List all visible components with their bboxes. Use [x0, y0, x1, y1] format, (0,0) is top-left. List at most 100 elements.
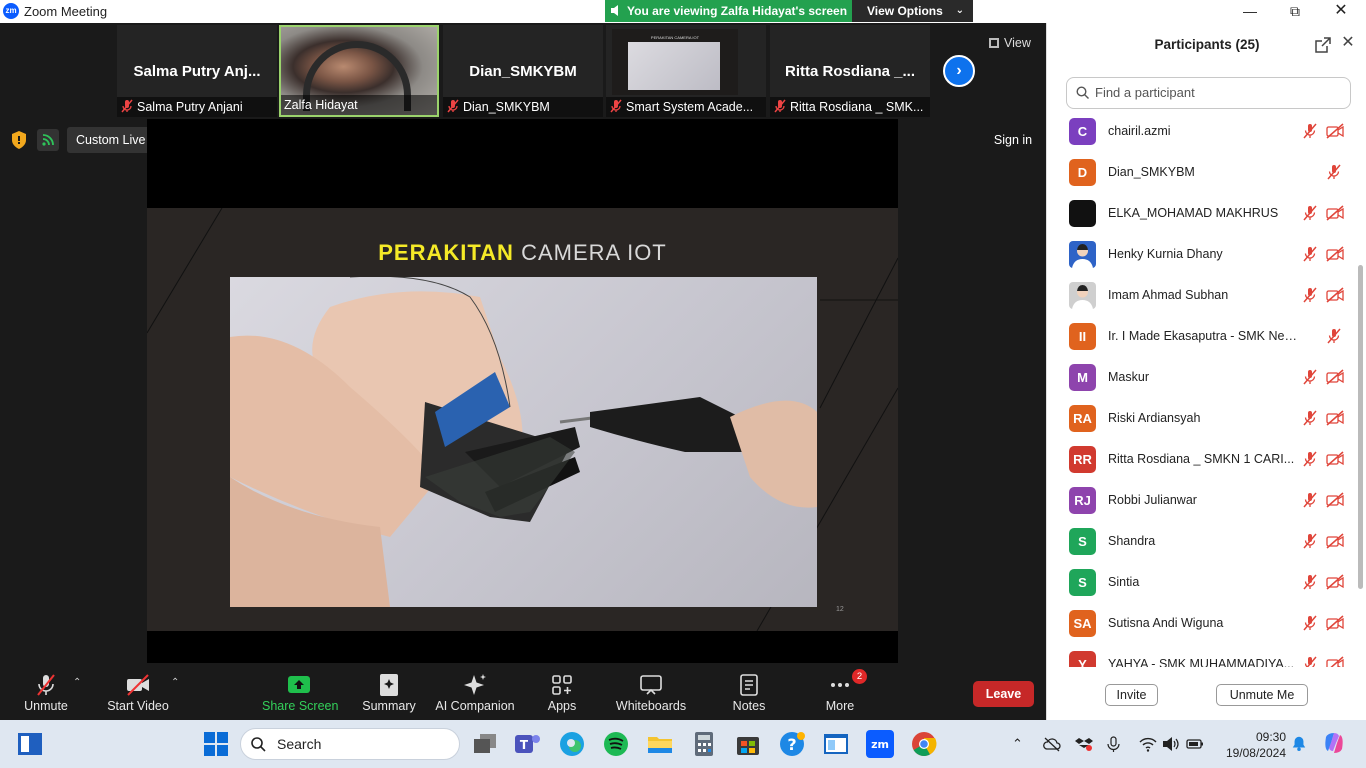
- start-video-button[interactable]: Start Video: [104, 663, 172, 720]
- scrollbar-thumb[interactable]: [1358, 265, 1363, 589]
- cloud-offline-icon[interactable]: [1043, 736, 1061, 752]
- camera-off-icon[interactable]: [1326, 205, 1344, 221]
- leave-button[interactable]: Leave: [973, 681, 1034, 707]
- mic-muted-icon[interactable]: [1326, 164, 1342, 180]
- taskbar-search[interactable]: Search: [240, 728, 460, 760]
- camera-off-icon[interactable]: [1326, 451, 1344, 467]
- spotify-icon[interactable]: [601, 729, 631, 759]
- camera-off-icon[interactable]: [1326, 656, 1344, 667]
- mic-muted-icon[interactable]: [1302, 615, 1318, 631]
- mic-muted-icon[interactable]: [1302, 369, 1318, 385]
- mic-muted-icon[interactable]: [1302, 410, 1318, 426]
- mic-muted-icon[interactable]: [1302, 287, 1318, 303]
- view-button[interactable]: View: [983, 32, 1039, 54]
- mic-muted-icon[interactable]: [1302, 656, 1318, 667]
- mic-muted-icon[interactable]: [1302, 246, 1318, 262]
- participant-list-scrollbar[interactable]: [1357, 119, 1364, 666]
- chrome-icon[interactable]: [909, 729, 939, 759]
- video-tile[interactable]: Ritta Rosdiana _... Ritta Rosdiana _ SMK…: [770, 25, 930, 117]
- ai-companion-button[interactable]: AI Companion: [434, 663, 516, 720]
- video-tile[interactable]: Dian_SMKYBM Dian_SMKYBM: [443, 25, 603, 117]
- help-icon[interactable]: ?: [777, 729, 807, 759]
- system-clock[interactable]: 09:30 19/08/2024: [1212, 729, 1286, 761]
- participant-row[interactable]: RJ Robbi Julianwar: [1047, 480, 1357, 521]
- teams-icon[interactable]: T: [512, 729, 542, 759]
- next-page-button[interactable]: ›: [943, 55, 975, 87]
- file-explorer-icon[interactable]: [645, 729, 675, 759]
- notes-button[interactable]: Notes: [725, 663, 773, 720]
- battery-icon[interactable]: [1186, 736, 1204, 752]
- participant-row[interactable]: RA Riski Ardiansyah: [1047, 398, 1357, 439]
- microphone-icon[interactable]: [1105, 736, 1123, 752]
- volume-icon[interactable]: [1162, 736, 1180, 752]
- participant-row[interactable]: Cchairil.azmi: [1047, 111, 1357, 152]
- sparkle-icon: [464, 674, 486, 695]
- close-panel-icon[interactable]: ✕: [1340, 35, 1356, 51]
- calculator-icon[interactable]: [689, 729, 719, 759]
- mic-muted-icon[interactable]: [1302, 574, 1318, 590]
- show-hidden-icons-icon[interactable]: ⌃: [1012, 736, 1030, 752]
- invite-button[interactable]: Invite: [1105, 684, 1158, 706]
- camera-off-icon[interactable]: [1326, 246, 1344, 262]
- svg-text:T: T: [520, 738, 529, 752]
- security-shield-icon[interactable]: [11, 131, 27, 149]
- camera-off-icon[interactable]: [1326, 287, 1344, 303]
- sign-in-button[interactable]: Sign in: [986, 129, 1040, 151]
- camera-off-icon[interactable]: [1326, 492, 1344, 508]
- participant-row[interactable]: Henky Kurnia Dhany: [1047, 234, 1357, 275]
- participant-search-input[interactable]: Find a participant: [1066, 77, 1351, 109]
- camera-off-icon[interactable]: [1326, 574, 1344, 590]
- audio-options-caret-icon[interactable]: ⌃: [73, 677, 81, 688]
- video-options-caret-icon[interactable]: ⌃: [171, 677, 179, 688]
- camera-off-icon[interactable]: [1326, 533, 1344, 549]
- participant-row[interactable]: Imam Ahmad Subhan: [1047, 275, 1357, 316]
- close-window-button[interactable]: ✕: [1318, 0, 1364, 23]
- video-tile[interactable]: Salma Putry Anj... Salma Putry Anjani: [117, 25, 277, 117]
- notification-bell-icon[interactable]: [1290, 735, 1308, 751]
- camera-off-icon[interactable]: [1326, 615, 1344, 631]
- copilot-icon[interactable]: [1322, 731, 1346, 755]
- camera-off-icon[interactable]: [1326, 410, 1344, 426]
- mic-muted-icon[interactable]: [1302, 123, 1318, 139]
- video-tile-active-speaker[interactable]: Zalfa Hidayat: [279, 25, 439, 117]
- summary-button[interactable]: Summary: [358, 663, 420, 720]
- unmute-me-button[interactable]: Unmute Me: [1216, 684, 1308, 706]
- pop-out-icon[interactable]: [1315, 37, 1331, 53]
- participant-row[interactable]: Y YAHYA - SMK MUHAMMADIYA...: [1047, 644, 1357, 667]
- window-app-icon[interactable]: [821, 729, 851, 759]
- participant-row[interactable]: M Maskur: [1047, 357, 1357, 398]
- mic-muted-icon[interactable]: [1302, 492, 1318, 508]
- apps-button[interactable]: Apps: [540, 663, 584, 720]
- camera-off-icon[interactable]: [1326, 369, 1344, 385]
- mic-muted-icon[interactable]: [1302, 205, 1318, 221]
- microsoft-store-icon[interactable]: [733, 729, 763, 759]
- share-screen-button[interactable]: Share Screen: [262, 663, 338, 720]
- participant-row[interactable]: SA Sutisna Andi Wiguna: [1047, 603, 1357, 644]
- whiteboards-button[interactable]: Whiteboards: [612, 663, 690, 720]
- video-tile-screen[interactable]: PERAKITAN CAMERA IOT Smart System Acade.…: [606, 25, 766, 117]
- dropbox-icon[interactable]: [1075, 736, 1093, 752]
- participant-row[interactable]: S Sintia: [1047, 562, 1357, 603]
- participant-row[interactable]: S Shandra: [1047, 521, 1357, 562]
- participant-row[interactable]: RR Ritta Rosdiana _ SMKN 1 CARI...: [1047, 439, 1357, 480]
- camera-off-icon[interactable]: [1326, 123, 1344, 139]
- grid-icon: [989, 38, 999, 48]
- participant-row[interactable]: D Dian_SMKYBM: [1047, 152, 1357, 193]
- participant-name: Ritta Rosdiana _ SMKN 1 CARI...: [1108, 452, 1295, 466]
- windows-start-icon[interactable]: [201, 729, 231, 759]
- participant-row[interactable]: II Ir. I Made Ekasaputra - SMK Neger...: [1047, 316, 1357, 357]
- view-options-button[interactable]: View Options ⌄: [852, 0, 973, 22]
- maximize-button[interactable]: ⧉: [1272, 0, 1318, 23]
- zoom-taskbar-icon[interactable]: zm: [865, 729, 895, 759]
- desktop-widget-icon[interactable]: [17, 732, 43, 756]
- unmute-button[interactable]: Unmute: [16, 663, 76, 720]
- minimize-button[interactable]: —: [1227, 0, 1273, 23]
- edge-icon[interactable]: [557, 729, 587, 759]
- mic-muted-icon[interactable]: [1302, 451, 1318, 467]
- participant-row[interactable]: ELKA_MOHAMAD MAKHRUS: [1047, 193, 1357, 234]
- wifi-icon[interactable]: [1139, 736, 1157, 752]
- mic-muted-icon[interactable]: [1302, 533, 1318, 549]
- live-stream-icon[interactable]: [37, 129, 59, 151]
- task-view-icon[interactable]: [470, 729, 500, 759]
- mic-muted-icon[interactable]: [1326, 328, 1342, 344]
